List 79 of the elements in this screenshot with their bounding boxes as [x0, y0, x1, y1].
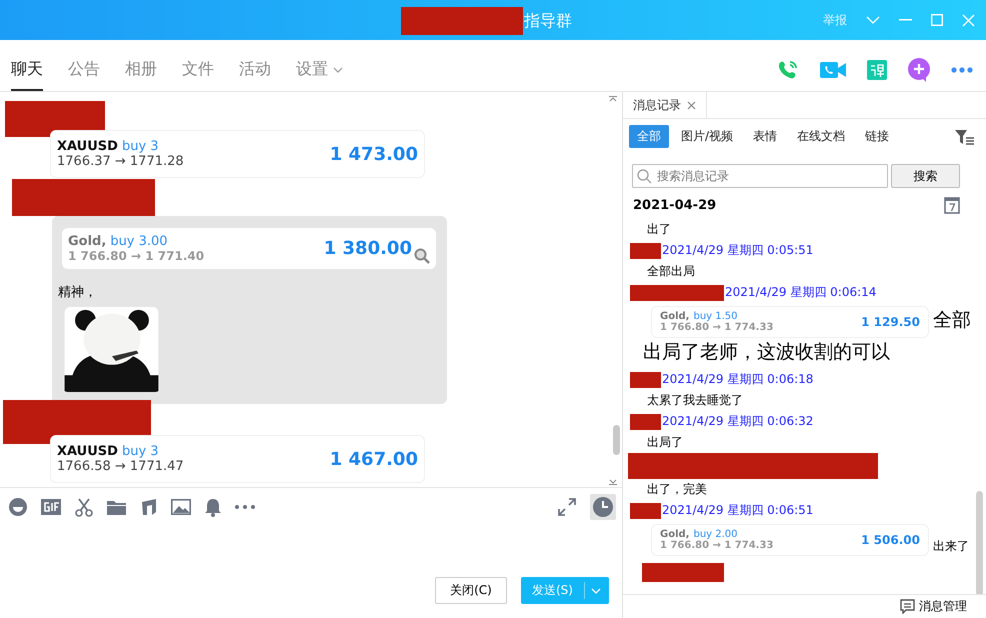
redaction-bar — [630, 502, 661, 518]
trade-action: buy 3 — [122, 139, 159, 154]
trade-amount: 1 506.00 — [861, 533, 920, 547]
tab[interactable]: 设置 — [296, 40, 328, 91]
trade-action: buy 2.00 — [693, 529, 738, 540]
more-icon[interactable] — [951, 66, 973, 72]
search-button[interactable]: 搜索 — [891, 164, 960, 188]
clock-icon — [593, 497, 613, 517]
emoji-icon[interactable] — [9, 498, 27, 516]
trade-prices: 1 766.80 → 1 774.33 — [660, 540, 774, 551]
panel-tab[interactable]: 消息记录 — [623, 92, 707, 118]
tab[interactable]: 活动 — [239, 40, 271, 91]
trade-prices: 1 766.80 → 1 774.33 — [660, 322, 774, 333]
plus-bubble-icon[interactable] — [908, 58, 930, 82]
search-field[interactable]: 搜索消息记录 — [632, 164, 888, 188]
window-title: 指导群 — [524, 10, 572, 32]
scrollbar-thumb[interactable] — [976, 491, 983, 594]
filter-icon[interactable] — [955, 128, 974, 144]
search-icon — [637, 169, 652, 184]
redaction-bar — [630, 372, 661, 388]
message-text: 出了 — [647, 221, 671, 238]
tab[interactable]: 公告 — [68, 40, 100, 91]
filter-tab[interactable]: 图片/视频 — [673, 125, 742, 148]
image-icon[interactable] — [171, 499, 191, 515]
tab[interactable]: 相册 — [125, 40, 157, 91]
trade-amount: 1 129.50 — [861, 315, 920, 329]
trade-symbol: Gold, — [660, 529, 690, 540]
video-camera-icon[interactable] — [820, 60, 846, 78]
minimize-icon[interactable] — [899, 19, 912, 21]
trade-prices: 1 766.80 → 1 771.40 — [68, 248, 204, 263]
gif-icon[interactable] — [41, 499, 61, 515]
calendar-icon[interactable] — [944, 196, 960, 214]
chevron-down-icon[interactable] — [333, 66, 343, 72]
filter-tab[interactable]: 在线文档 — [789, 125, 854, 148]
message-text: 全部 — [933, 309, 971, 331]
tab[interactable]: 聊天 — [11, 40, 43, 91]
caret-icon — [591, 588, 601, 594]
date-heading: 2021-04-29 — [633, 198, 716, 212]
redaction-bar — [630, 414, 661, 430]
expand-icon[interactable] — [558, 498, 576, 516]
message-text: 出了，完美 — [647, 481, 707, 498]
redaction-bar — [630, 242, 661, 258]
message-text: 太累了我去睡觉了 — [647, 392, 743, 409]
trade-action: buy 3 — [122, 444, 159, 459]
trade-amount: 1 473.00 — [330, 144, 418, 164]
trade-symbol: Gold, — [660, 311, 690, 322]
message-text: 精神， — [58, 284, 97, 301]
history-button[interactable] — [590, 494, 616, 520]
trade-prices: 1766.58 → 1771.47 — [57, 459, 184, 474]
scrollbar-thumb[interactable] — [613, 425, 620, 455]
trade-amount: 1 467.00 — [330, 448, 418, 470]
tab[interactable]: 文件 — [182, 40, 214, 91]
manage-button[interactable]: 消息管理 — [900, 595, 967, 618]
filter-tab[interactable]: 链接 — [857, 125, 898, 148]
zoom-icon[interactable] — [414, 248, 430, 264]
phone-icon[interactable] — [777, 58, 799, 80]
message-text: 出来了 — [933, 539, 969, 553]
more-icon[interactable] — [235, 505, 255, 509]
message-text: 出局了老师，这波收割的可以 — [643, 340, 891, 365]
trade-amount: 1 380.00 — [324, 238, 412, 259]
course-icon[interactable] — [867, 60, 887, 80]
scroll-up-icon[interactable] — [609, 96, 617, 102]
trade-symbol: XAUUSD — [57, 139, 118, 154]
filter-tab[interactable]: 表情 — [745, 125, 786, 148]
message-icon — [900, 599, 915, 614]
trade-action: buy 3.00 — [110, 234, 168, 249]
message-text: 出局了 — [647, 434, 683, 451]
scroll-down-icon[interactable] — [609, 479, 617, 485]
trade-symbol: XAUUSD — [57, 444, 118, 459]
message-text: 全部出局 — [647, 263, 695, 280]
bell-icon[interactable] — [205, 498, 221, 516]
trade-symbol: Gold, — [68, 234, 106, 249]
trade-action: buy 1.50 — [693, 311, 738, 322]
close-icon[interactable] — [687, 100, 696, 110]
maximize-icon[interactable] — [931, 14, 943, 26]
folder-icon[interactable] — [107, 499, 126, 515]
close-button[interactable]: 关闭(C) — [435, 577, 507, 604]
trade-prices: 1766.37 → 1771.28 — [57, 154, 184, 169]
scissors-icon[interactable] — [75, 498, 93, 516]
